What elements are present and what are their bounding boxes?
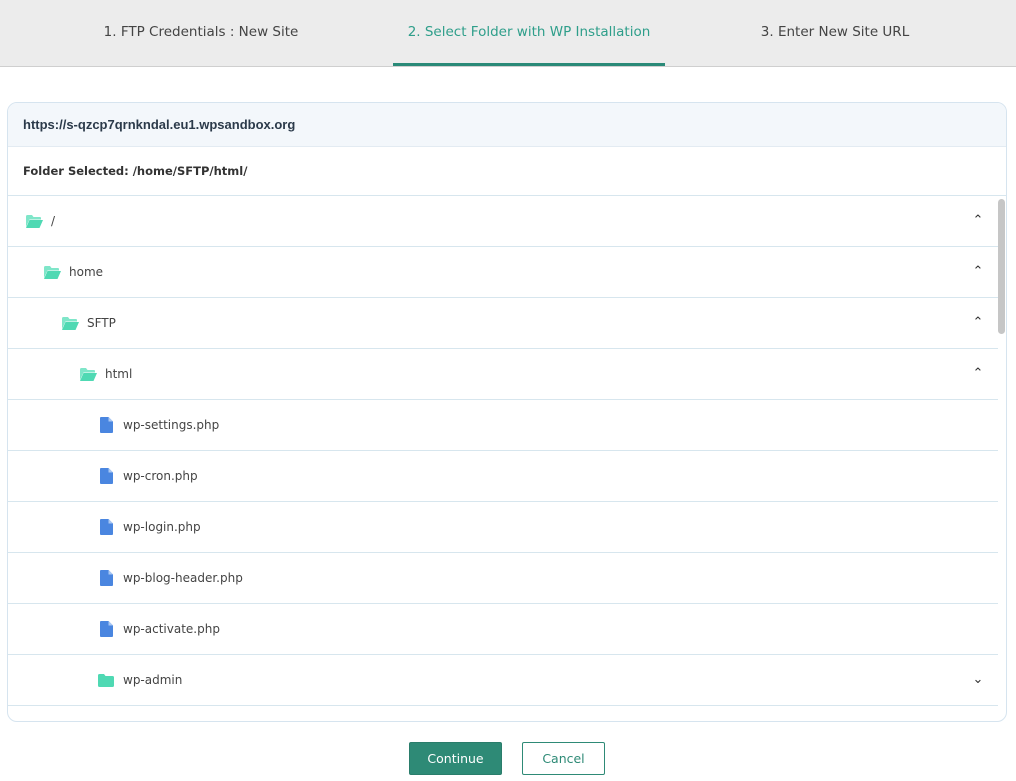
tree-row-sftp[interactable]: SFTP ⌃ <box>8 298 998 349</box>
cancel-button[interactable]: Cancel <box>522 742 605 775</box>
chevron-up-icon[interactable]: ⌃ <box>970 313 986 331</box>
tree-item-label: wp-settings.php <box>123 418 220 432</box>
folder-open-icon <box>79 366 97 382</box>
file-icon <box>97 570 115 586</box>
tab-select-folder[interactable]: 2. Select Folder with WP Installation <box>393 0 665 66</box>
file-icon <box>97 417 115 433</box>
folder-tree: / ⌃ home ⌃ SFTP ⌃ html ⌃ wp-settings.php… <box>8 196 998 721</box>
tree-row-root[interactable]: / ⌃ <box>8 196 998 247</box>
folder-selected-label: Folder Selected: /home/SFTP/html/ <box>8 147 1006 196</box>
file-icon <box>97 621 115 637</box>
wizard-tabs: 1. FTP Credentials : New Site 2. Select … <box>0 0 1016 67</box>
folder-closed-icon <box>97 672 115 688</box>
continue-button[interactable]: Continue <box>409 742 502 775</box>
chevron-up-icon[interactable]: ⌃ <box>970 262 986 280</box>
tree-row-wp-admin[interactable]: wp-admin ⌄ <box>8 655 998 706</box>
tree-item-label: wp-cron.php <box>123 469 198 483</box>
tree-item-label: html <box>105 367 133 381</box>
tree-row-file[interactable]: wp-cron.php <box>8 451 998 502</box>
tree-item-label: wp-admin <box>123 673 183 687</box>
tree-row-file[interactable]: wp-settings.php <box>8 400 998 451</box>
chevron-up-icon[interactable]: ⌃ <box>970 364 986 382</box>
tree-item-label: wp-blog-header.php <box>123 571 243 585</box>
tree-item-label: wp-login.php <box>123 520 201 534</box>
tree-row-partial <box>8 706 998 721</box>
tree-row-html[interactable]: html ⌃ <box>8 349 998 400</box>
chevron-down-icon[interactable]: ⌄ <box>970 670 986 688</box>
folder-open-icon <box>61 315 79 331</box>
folder-browser-panel: https://s-qzcp7qrnkndal.eu1.wpsandbox.or… <box>7 102 1007 722</box>
folder-open-icon <box>43 264 61 280</box>
tree-row-home[interactable]: home ⌃ <box>8 247 998 298</box>
tree-item-label: SFTP <box>87 316 116 330</box>
tab-enter-site-url[interactable]: 3. Enter New Site URL <box>740 0 930 66</box>
tab-ftp-credentials[interactable]: 1. FTP Credentials : New Site <box>96 0 306 66</box>
tree-item-label: wp-activate.php <box>123 622 220 636</box>
tree-item-label: home <box>69 265 104 279</box>
tree-scrollbar[interactable] <box>996 196 1006 721</box>
scrollbar-thumb[interactable] <box>998 199 1005 334</box>
tree-row-file[interactable]: wp-login.php <box>8 502 998 553</box>
tree-row-file[interactable]: wp-activate.php <box>8 604 998 655</box>
site-url-header: https://s-qzcp7qrnkndal.eu1.wpsandbox.or… <box>8 103 1006 147</box>
file-icon <box>97 468 115 484</box>
file-icon <box>97 519 115 535</box>
tree-row-file[interactable]: wp-blog-header.php <box>8 553 998 604</box>
tree-item-label: / <box>51 214 56 228</box>
chevron-up-icon[interactable]: ⌃ <box>970 211 986 229</box>
folder-open-icon <box>25 213 43 229</box>
